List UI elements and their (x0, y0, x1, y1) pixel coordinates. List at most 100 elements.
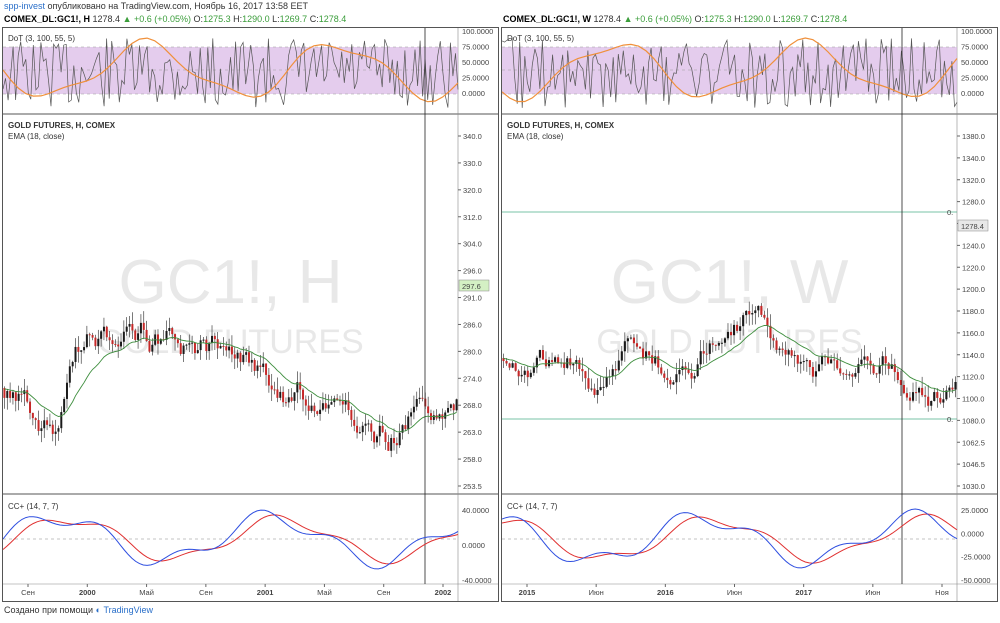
chart-pane-left[interactable]: DoT (3, 100, 55, 5) 100.0000 75.0000 50.000… (2, 27, 499, 602)
cc-main-line (502, 508, 958, 569)
open-value: 1275.3 (203, 14, 231, 24)
candle-body (176, 339, 179, 344)
cc-axis-tick: -40.0000 (462, 576, 492, 585)
candle-body (596, 389, 599, 395)
candle-body (267, 374, 270, 386)
candle-body (77, 346, 80, 352)
candle-body (137, 333, 140, 340)
candle-body (230, 346, 233, 355)
candle-body (455, 399, 458, 411)
candle-body (142, 322, 145, 330)
candle-body (265, 363, 268, 375)
candle-body (924, 395, 927, 397)
tradingview-logo-icon: ◐ (95, 605, 101, 615)
candle-body (805, 360, 808, 362)
candle-body (602, 386, 605, 388)
candle-body (432, 415, 435, 420)
candle-body (415, 399, 418, 407)
candle-body (884, 356, 887, 364)
candle-body (905, 393, 909, 398)
candle-body (156, 334, 159, 344)
dot-axis-tick: 25.0000 (462, 74, 489, 83)
symbol-name[interactable]: COMEX_DL:GC1!, H (4, 14, 90, 24)
publish-text: опубликовано на TradingView.com, Ноябрь … (47, 1, 309, 11)
price-axis-tick: 1240.0 (962, 241, 985, 250)
candle-body (839, 368, 842, 374)
candle-body (763, 314, 766, 318)
candle-body (245, 352, 248, 355)
price-axis-tick: 1380.0 (962, 132, 985, 141)
candle-body (505, 361, 508, 364)
candle-body (757, 305, 760, 311)
candle-body (599, 387, 602, 390)
candle-body (708, 343, 711, 354)
candle-body (814, 371, 818, 377)
candle-body (228, 346, 231, 351)
candle-body (384, 432, 387, 443)
chart-pane-right[interactable]: DoT (3, 100, 55, 5) 100.0000 75.0000 50.000… (501, 27, 998, 602)
candle-body (387, 442, 390, 451)
candle-body (449, 404, 452, 408)
candle-body (848, 374, 851, 376)
cc-axis-tick: -50.0000 (961, 576, 991, 585)
ema-label: EMA (18, close) (8, 132, 65, 141)
candle-body (632, 337, 636, 344)
candle-body (672, 382, 675, 385)
price-axis-tick: 286.0 (463, 320, 482, 329)
candle-body (569, 358, 572, 366)
candle-body (954, 381, 957, 390)
cc-axis-tick: 0.0000 (961, 529, 984, 538)
candle-body (939, 397, 942, 403)
candle-body (817, 364, 821, 372)
candle-body (216, 339, 219, 349)
candle-body (11, 392, 14, 398)
footer-created: Создано при помощи (4, 605, 93, 615)
candle-body (693, 376, 696, 379)
candle-body (651, 355, 654, 364)
candle-body (307, 405, 310, 411)
candle-body (250, 359, 253, 363)
candle-body (620, 351, 623, 361)
last-close: 1278.4 (92, 14, 121, 24)
price-axis-tick: 1046.5 (962, 460, 985, 469)
candle-body (97, 338, 100, 347)
candle-body (739, 326, 742, 331)
candle-body (256, 365, 259, 371)
candle-body (638, 346, 642, 349)
candle-body (523, 370, 526, 375)
candle-body (316, 411, 319, 414)
chart-svg: DoT (3, 100, 55, 5) 100.0000 75.0000 50.000… (502, 28, 997, 601)
candle-body (881, 356, 884, 366)
candle-body (678, 369, 681, 375)
author-link[interactable]: spp-invest (4, 1, 45, 11)
candle-body (572, 363, 575, 366)
candle-body (790, 350, 793, 356)
candle-body (666, 377, 669, 381)
candle-body (242, 354, 245, 363)
time-axis-tick: Сен (377, 588, 391, 597)
candle-body (827, 357, 830, 364)
candle-body (174, 334, 177, 340)
candle-body (14, 392, 17, 401)
candle-body (350, 409, 353, 420)
candle-body (313, 405, 316, 412)
candle-body (270, 385, 273, 390)
dot-axis-tick: 25.0000 (961, 74, 988, 83)
candle-body (587, 378, 590, 389)
candle-body (148, 340, 151, 352)
candle-body (538, 350, 541, 358)
candle-body (94, 337, 97, 347)
candle-body (729, 331, 733, 336)
candle-body (361, 425, 364, 433)
price-axis-tick: 1220.0 (962, 263, 985, 272)
candle-body (287, 397, 290, 403)
candle-body (778, 348, 781, 350)
candle-body (122, 331, 125, 342)
candle-body (80, 350, 83, 352)
candle-body (526, 370, 529, 378)
candle-body (930, 400, 933, 406)
tradingview-link[interactable]: TradingView (103, 605, 153, 615)
price-axis-tick: 1200.0 (962, 285, 985, 294)
candle-body (290, 397, 293, 401)
symbol-name[interactable]: COMEX_DL:GC1!, W (503, 14, 591, 24)
